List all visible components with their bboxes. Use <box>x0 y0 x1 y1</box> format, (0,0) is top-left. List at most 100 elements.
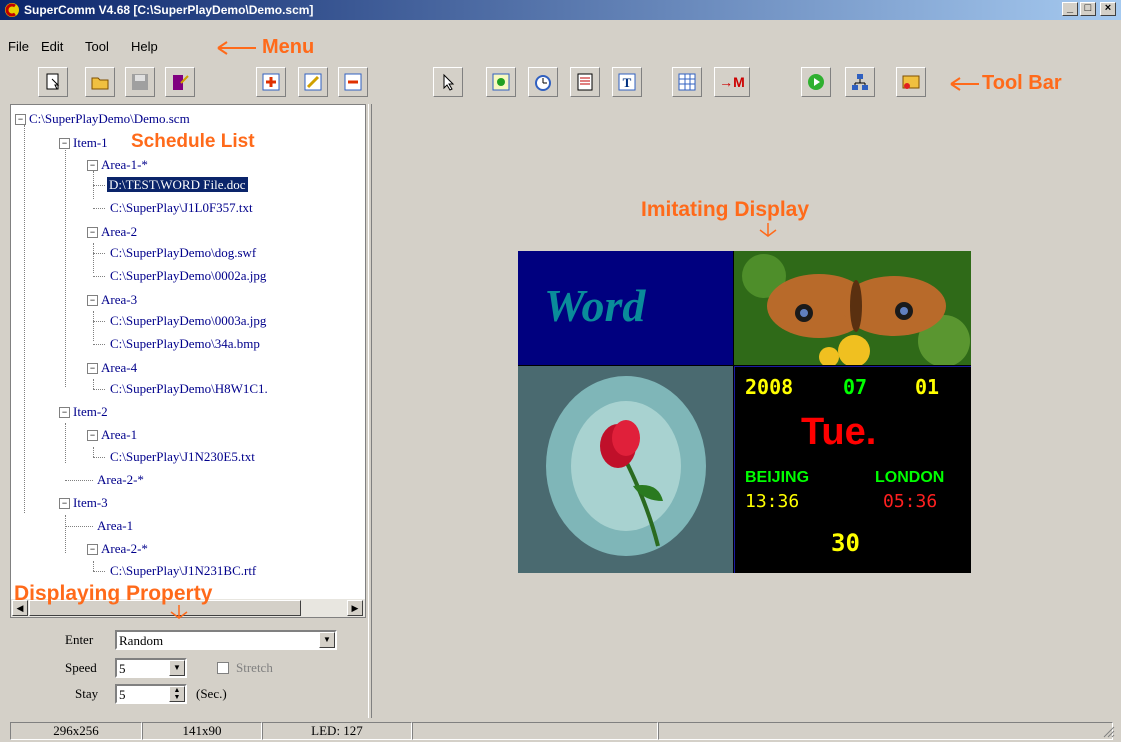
add-item-button[interactable] <box>256 67 286 97</box>
menu-tool[interactable]: Tool <box>85 39 109 54</box>
schedule-tree[interactable]: − C:\SuperPlayDemo\Demo.scm − Item-1 Sch… <box>11 105 365 599</box>
tree-connector <box>24 125 25 513</box>
tree-node-label: Area-4 <box>101 360 138 375</box>
pointer-icon <box>443 73 455 91</box>
menu-file[interactable]: File <box>8 39 29 54</box>
collapse-icon[interactable]: − <box>87 295 98 306</box>
display-area-rose[interactable] <box>518 366 733 573</box>
tree-file[interactable]: C:\SuperPlay\J1L0F357.txt <box>110 199 253 217</box>
play-button[interactable] <box>801 67 831 97</box>
tree-file[interactable]: C:\SuperPlay\J1N231BC.rtf <box>110 562 256 580</box>
display-area-word[interactable]: Word <box>518 251 733 365</box>
tree-item-1[interactable]: − Item-1 <box>59 134 108 152</box>
collapse-icon[interactable]: − <box>15 114 26 125</box>
rose-image <box>518 366 733 573</box>
menu-edit[interactable]: Edit <box>41 39 63 54</box>
collapse-icon[interactable]: − <box>87 430 98 441</box>
collapse-icon[interactable]: − <box>59 138 70 149</box>
city-beijing: BEIJING <box>745 469 810 486</box>
enter-label: Enter <box>65 632 94 647</box>
tree-file[interactable]: C:\SuperPlayDemo\0003a.jpg <box>110 312 266 330</box>
network-button[interactable] <box>845 67 875 97</box>
tree-area[interactable]: − Area-1-* <box>87 156 148 174</box>
save-button[interactable] <box>125 67 155 97</box>
card-settings-icon <box>902 75 920 89</box>
butterfly-image <box>734 251 971 365</box>
tree-area[interactable]: − Area-1 <box>87 426 137 444</box>
send-m-icon: →M <box>719 74 745 90</box>
toolbar-annotation: Tool Bar <box>982 72 1062 94</box>
maximize-button[interactable]: □ <box>1080 2 1096 16</box>
collapse-icon[interactable]: − <box>87 227 98 238</box>
stay-spinner[interactable]: 5 ▲ ▼ <box>115 684 187 704</box>
tree-root-node[interactable]: − C:\SuperPlayDemo\Demo.scm <box>15 110 190 128</box>
table-icon <box>678 73 696 91</box>
add-table-button[interactable] <box>672 67 702 97</box>
new-button[interactable] <box>38 67 68 97</box>
tree-area[interactable]: − Area-4 <box>87 359 137 377</box>
add-image-button[interactable] <box>486 67 516 97</box>
exit-button[interactable] <box>165 67 195 97</box>
close-button[interactable]: × <box>1100 2 1116 16</box>
display-area-butterfly[interactable] <box>734 251 971 365</box>
tree-node-label: C:\SuperPlay\J1N230E5.txt <box>110 449 255 464</box>
collapse-icon[interactable]: − <box>59 498 70 509</box>
minimize-button[interactable]: _ <box>1062 2 1078 16</box>
speed-select[interactable]: 5 ▼ <box>115 658 187 678</box>
tree-connector <box>65 423 66 463</box>
edit-item-icon <box>304 73 322 91</box>
tree-area[interactable]: − Area-2-* <box>87 540 148 558</box>
menu-help[interactable]: Help <box>131 39 158 54</box>
menu-annotation: Menu <box>262 36 315 58</box>
save-icon <box>132 74 148 90</box>
word-text: Word <box>544 280 646 331</box>
open-button[interactable] <box>85 67 115 97</box>
delete-item-icon <box>344 73 362 91</box>
add-clock-button[interactable] <box>528 67 558 97</box>
tree-file[interactable]: C:\SuperPlayDemo\34a.bmp <box>110 335 260 353</box>
tree-file[interactable]: C:\SuperPlayDemo\dog.swf <box>110 244 256 262</box>
delete-item-button[interactable] <box>338 67 368 97</box>
select-pointer-button[interactable] <box>433 67 463 97</box>
tree-connector <box>65 526 93 527</box>
collapse-icon[interactable]: − <box>87 544 98 555</box>
enter-select[interactable]: Random ▼ <box>115 630 337 650</box>
resize-grip-icon[interactable] <box>1101 724 1115 738</box>
tree-file[interactable]: C:\SuperPlay\J1N230E5.txt <box>110 448 255 466</box>
add-document-button[interactable] <box>570 67 600 97</box>
display-annotation: Imitating Display <box>641 198 810 221</box>
tree-node-label: Item-1 <box>73 135 108 150</box>
collapse-icon[interactable]: − <box>87 160 98 171</box>
tree-area[interactable]: Area-2-* <box>97 471 144 489</box>
stay-value: 5 <box>119 687 126 702</box>
tree-node-label: C:\SuperPlay\J1L0F357.txt <box>110 200 253 215</box>
display-area-clock[interactable]: 2008 07 01 Tue. BEIJING LONDON 13:36 05:… <box>734 366 971 573</box>
add-text-button[interactable]: T <box>612 67 642 97</box>
schedule-list-pane[interactable]: − C:\SuperPlayDemo\Demo.scm − Item-1 Sch… <box>10 104 366 618</box>
tree-connector <box>93 243 94 273</box>
dropdown-arrow-icon[interactable]: ▼ <box>169 660 185 676</box>
tree-area[interactable]: Area-1 <box>97 517 133 535</box>
tree-node-label: Area-1-* <box>101 157 148 172</box>
dropdown-arrow-icon[interactable]: ▼ <box>319 632 335 648</box>
tree-file[interactable]: D:\TEST\WORD File.doc <box>107 176 248 194</box>
settings-button[interactable] <box>896 67 926 97</box>
tree-file[interactable]: C:\SuperPlayDemo\H8W1C1. <box>110 380 268 398</box>
tree-file[interactable]: C:\SuperPlayDemo\0002a.jpg <box>110 267 266 285</box>
scroll-right-icon[interactable]: ▶ <box>347 600 363 616</box>
imitating-display[interactable]: Word 2008 07 01 Tue. BEIJING LONDON 13:3… <box>518 251 971 573</box>
send-button[interactable]: →M <box>714 67 750 97</box>
tree-area[interactable]: − Area-2 <box>87 223 137 241</box>
title-bar[interactable]: SuperComm V4.68 [C:\SuperPlayDemo\Demo.s… <box>0 0 1121 20</box>
collapse-icon[interactable]: − <box>87 363 98 374</box>
stretch-checkbox[interactable] <box>217 662 229 674</box>
tree-node-label: C:\SuperPlayDemo\H8W1C1. <box>110 381 268 396</box>
tree-item-2[interactable]: − Item-2 <box>59 403 108 421</box>
spin-updown-icon[interactable]: ▲ ▼ <box>169 686 185 702</box>
tree-item-3[interactable]: − Item-3 <box>59 494 108 512</box>
exit-door-icon <box>173 75 189 90</box>
collapse-icon[interactable]: − <box>59 407 70 418</box>
tree-area[interactable]: − Area-3 <box>87 291 137 309</box>
edit-item-button[interactable] <box>298 67 328 97</box>
tree-connector <box>93 379 94 389</box>
